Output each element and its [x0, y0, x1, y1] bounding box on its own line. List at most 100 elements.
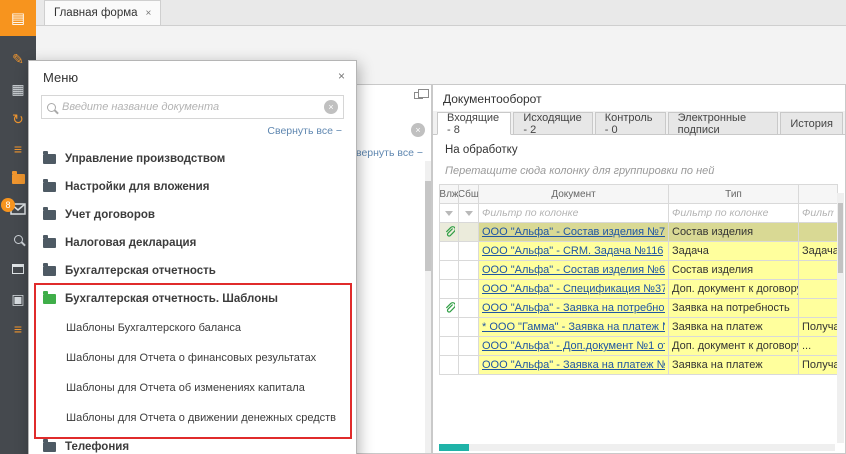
- tab-control[interactable]: Контроль - 0: [595, 112, 666, 135]
- folder-icon: [43, 210, 56, 220]
- tab-close-icon[interactable]: ×: [146, 8, 152, 19]
- item-capital-changes-templates[interactable]: Шаблоны для Отчета об изменениях капитал…: [29, 373, 356, 403]
- menu-popup: Меню × × Свернуть все − Управление произ…: [28, 60, 357, 454]
- menu-folder-list: Управление производством Настройки для в…: [29, 145, 356, 454]
- col-type[interactable]: Тип: [669, 184, 799, 204]
- tasks-icon: ≡: [14, 321, 22, 337]
- folder-label: Бухгалтерская отчетность: [65, 265, 216, 277]
- document-link[interactable]: ООО "Альфа" - Состав изделия №78 от...: [482, 226, 665, 238]
- document-cell: ООО "Альфа" - Состав изделия №69 от...: [479, 261, 669, 280]
- panel-scrollbar[interactable]: [425, 161, 431, 453]
- menu-close-icon[interactable]: ×: [338, 69, 345, 83]
- folder-contracts[interactable]: Учет договоров: [29, 201, 356, 229]
- message-cell: [459, 280, 479, 299]
- folder-tax-declaration[interactable]: Налоговая декларация: [29, 229, 356, 257]
- col-attachment[interactable]: Влж: [439, 184, 459, 204]
- folder-icon: [43, 238, 56, 248]
- tab-outgoing[interactable]: Исходящие - 2: [513, 112, 592, 135]
- attachment-cell: [439, 356, 459, 375]
- table-row[interactable]: ООО "Альфа" - Состав изделия №69 от... С…: [439, 261, 838, 280]
- folder-telephony[interactable]: Телефония: [29, 433, 356, 454]
- document-link[interactable]: ООО "Альфа" - Заявка на потребность ...: [482, 302, 665, 314]
- folder-production[interactable]: Управление производством: [29, 145, 356, 173]
- group-by-hint: Перетащите сюда колонку для группировки …: [445, 165, 845, 177]
- scrollbar-thumb[interactable]: [838, 203, 843, 273]
- table-row[interactable]: ООО "Альфа" - Спецификация №37 от ... До…: [439, 280, 838, 299]
- type-cell: Заявка на платеж: [669, 318, 799, 337]
- filter-icon[interactable]: [445, 211, 453, 216]
- message-cell: [459, 337, 479, 356]
- type-cell: Задача: [669, 242, 799, 261]
- filter-type-input[interactable]: [672, 207, 795, 219]
- filter-extra-cell: [799, 204, 838, 223]
- filter-extra-input[interactable]: [802, 207, 834, 219]
- item-balance-templates[interactable]: Шаблоны Бухгалтерского баланса: [29, 313, 356, 343]
- document-link[interactable]: ООО "Альфа" - Заявка на платеж №64 ...: [482, 359, 665, 371]
- message-cell: [459, 299, 479, 318]
- attachment-cell: [439, 261, 459, 280]
- open-folder-icon: [43, 294, 56, 304]
- document-link[interactable]: * ООО "Гамма" - Заявка на платеж №6...: [482, 321, 665, 333]
- app-logo-button[interactable]: ▤: [0, 0, 36, 36]
- extra-cell: Получат...: [799, 356, 838, 375]
- folder-accounting-reports[interactable]: Бухгалтерская отчетность: [29, 257, 356, 285]
- document-link[interactable]: ООО "Альфа" - Доп.документ №1 от 06...: [482, 340, 665, 352]
- folder-accounting-templates[interactable]: Бухгалтерская отчетность. Шаблоны: [29, 285, 356, 313]
- extra-cell: Задача №...: [799, 242, 838, 261]
- col-message[interactable]: Сбщ: [459, 184, 479, 204]
- type-cell: Доп. документ к договору: [669, 280, 799, 299]
- table-row[interactable]: ООО "Альфа" - Заявка на платеж №64 ... З…: [439, 356, 838, 375]
- folder-icon: [43, 442, 56, 452]
- folder-attachment-settings[interactable]: Настройки для вложения: [29, 173, 356, 201]
- document-link[interactable]: ООО "Альфа" - Состав изделия №69 от...: [482, 264, 665, 276]
- folder-label: Настройки для вложения: [65, 181, 209, 193]
- message-cell: [459, 261, 479, 280]
- attachment-cell: [439, 337, 459, 356]
- scrollbar-thumb[interactable]: [425, 181, 431, 271]
- search-icon: [14, 235, 23, 244]
- filter-document-input[interactable]: [482, 207, 665, 219]
- paperclip-icon: [443, 226, 455, 238]
- pencil-icon: ✎: [12, 51, 24, 68]
- collapse-all-link[interactable]: Свернуть все −: [348, 147, 423, 159]
- tab-main-form[interactable]: Главная форма ×: [44, 0, 161, 25]
- collapse-minus-icon: −: [417, 147, 423, 159]
- filter-icon[interactable]: [465, 211, 473, 216]
- view-switch-to-process[interactable]: На обработку: [445, 144, 518, 156]
- window-tabstrip: Главная форма ×: [36, 0, 846, 26]
- clear-search-button[interactable]: ×: [411, 123, 425, 137]
- menu-search-input[interactable]: [62, 101, 318, 113]
- extra-cell: Получат...: [799, 318, 838, 337]
- tab-signatures[interactable]: Электронные подписи: [668, 112, 779, 135]
- table-row[interactable]: ООО "Альфа" - Состав изделия №78 от... С…: [439, 223, 838, 242]
- col-document[interactable]: Документ: [479, 184, 669, 204]
- table-row[interactable]: ООО "Альфа" - CRM. Задача №116 Задача За…: [439, 242, 838, 261]
- filter-row: [439, 204, 838, 223]
- col-extra[interactable]: [799, 184, 838, 204]
- item-financial-results-templates[interactable]: Шаблоны для Отчета о финансовых результа…: [29, 343, 356, 373]
- table-horizontal-scrollbar[interactable]: [439, 444, 835, 451]
- attachment-cell: [439, 280, 459, 299]
- extra-cell: [799, 299, 838, 318]
- document-cell: ООО "Альфа" - CRM. Задача №116: [479, 242, 669, 261]
- tab-incoming[interactable]: Входящие - 8: [437, 112, 511, 135]
- search-icon: [47, 103, 56, 112]
- calendar-icon: [12, 264, 24, 274]
- tab-history[interactable]: История: [780, 112, 843, 135]
- scrollbar-thumb[interactable]: [439, 444, 469, 451]
- table-vertical-scrollbar[interactable]: [837, 193, 844, 443]
- message-cell: [459, 318, 479, 337]
- folder-label: Налоговая декларация: [65, 237, 196, 249]
- table-row[interactable]: * ООО "Гамма" - Заявка на платеж №6... З…: [439, 318, 838, 337]
- list-icon: ≡: [14, 141, 22, 157]
- document-cell: ООО "Альфа" - Заявка на потребность ...: [479, 299, 669, 318]
- table-row[interactable]: ООО "Альфа" - Заявка на потребность ... …: [439, 299, 838, 318]
- document-link[interactable]: ООО "Альфа" - CRM. Задача №116: [482, 245, 663, 257]
- clear-search-button[interactable]: ×: [324, 100, 338, 114]
- undock-icon[interactable]: [414, 92, 423, 99]
- document-link[interactable]: ООО "Альфа" - Спецификация №37 от ...: [482, 283, 665, 295]
- collapse-all-link[interactable]: Свернуть все −: [267, 125, 342, 137]
- table-row[interactable]: ООО "Альфа" - Доп.документ №1 от 06... Д…: [439, 337, 838, 356]
- attachment-cell: [439, 299, 459, 318]
- item-cash-flow-templates[interactable]: Шаблоны для Отчета о движении денежных с…: [29, 403, 356, 433]
